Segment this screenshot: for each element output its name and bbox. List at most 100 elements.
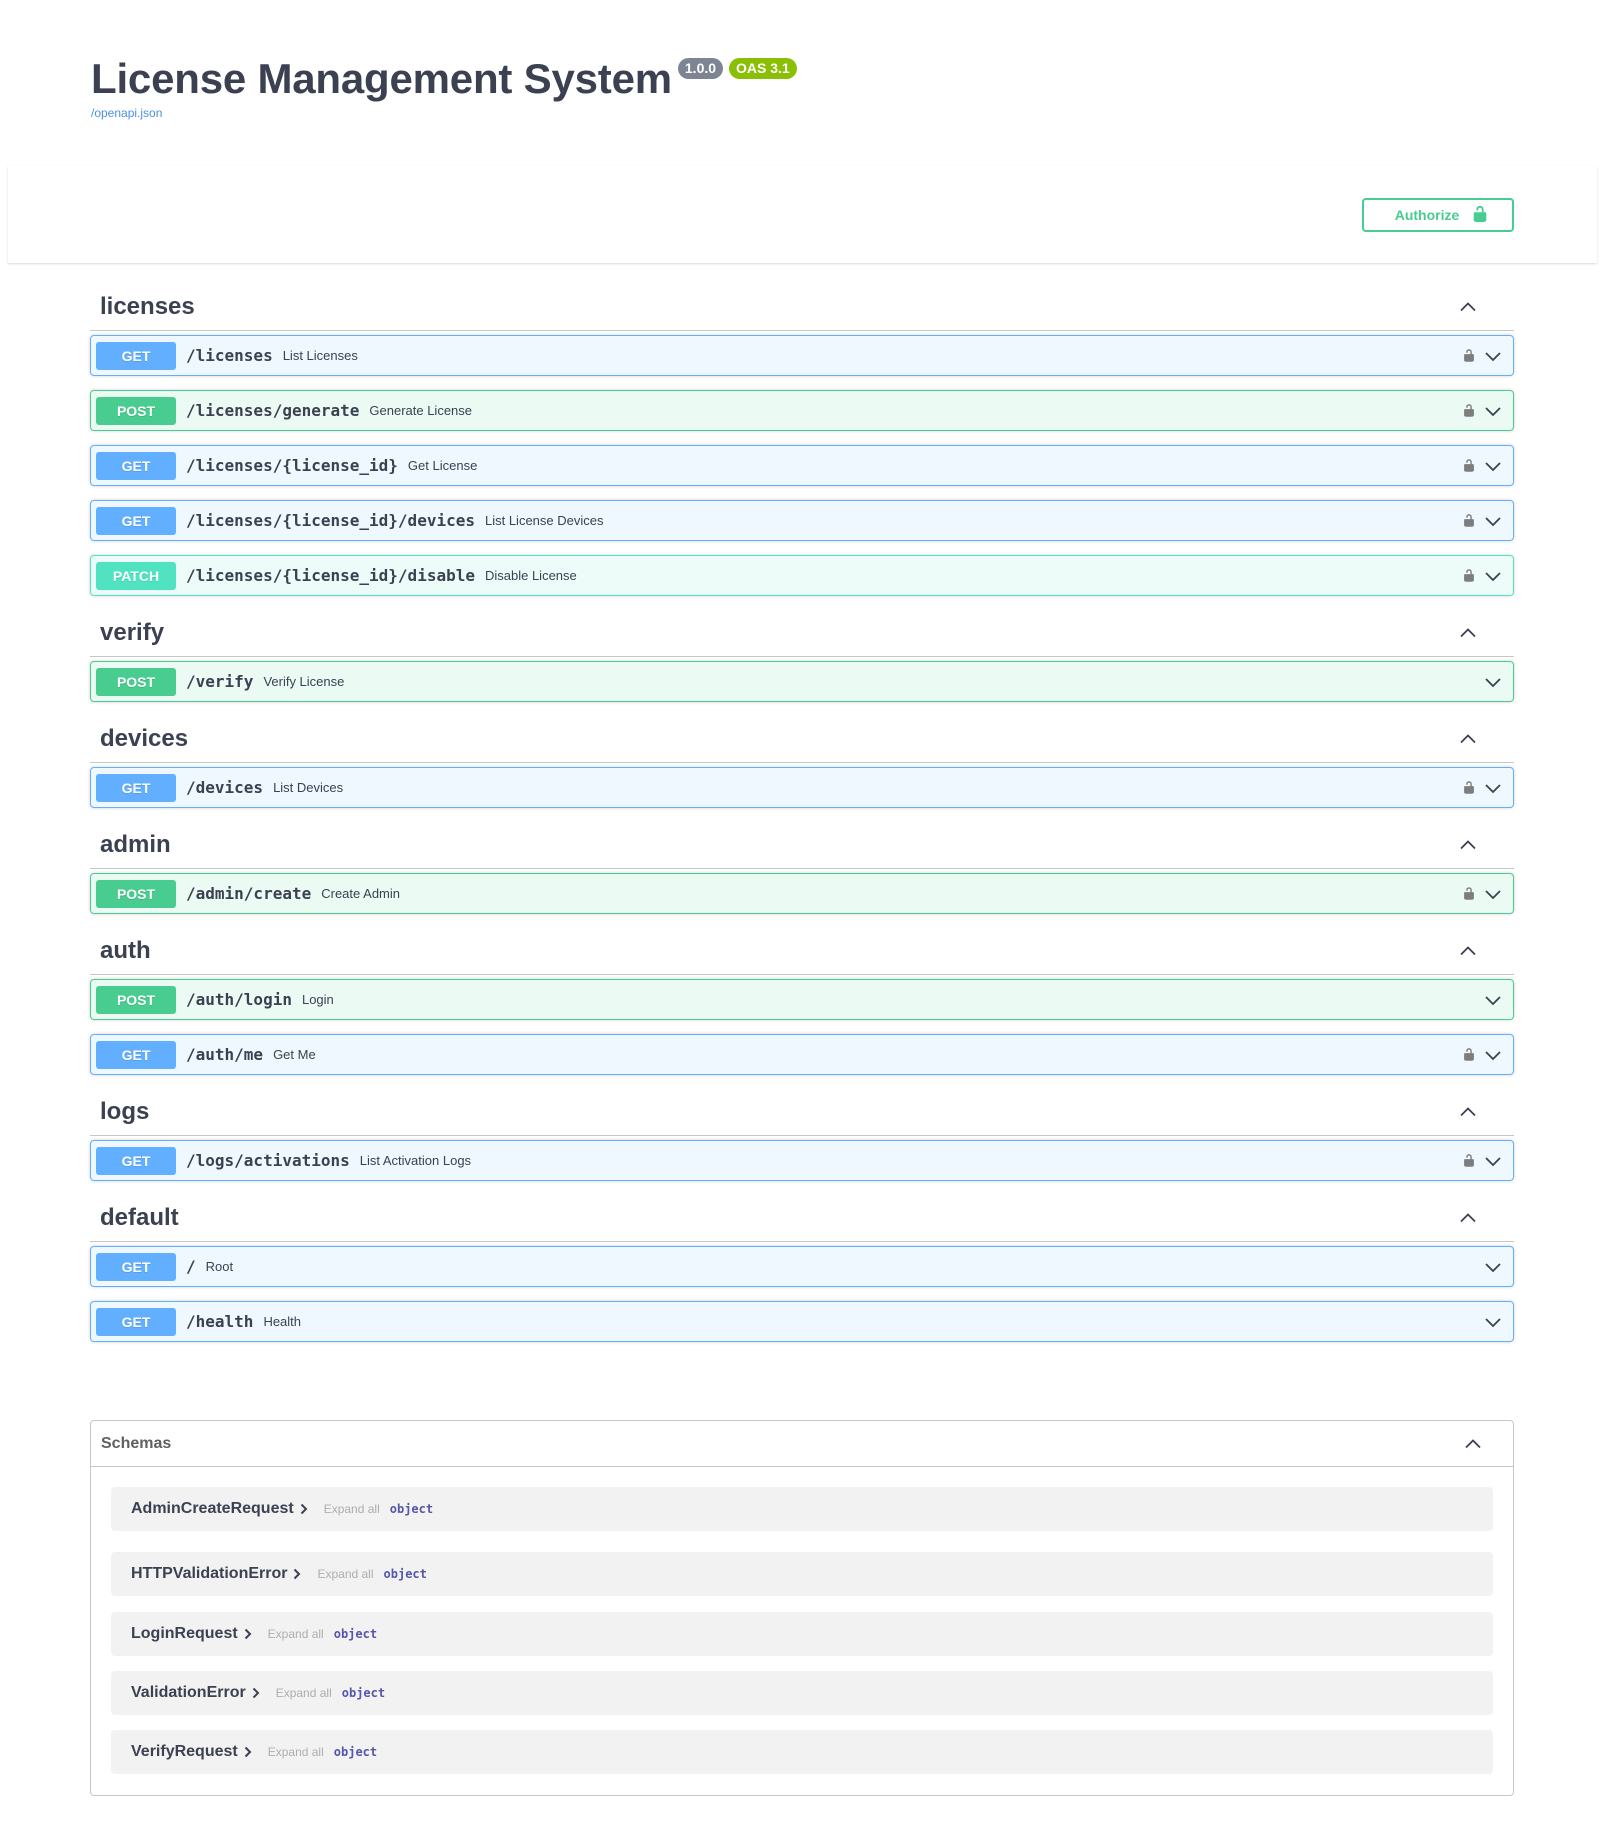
chevron-down-icon[interactable] — [1483, 346, 1503, 366]
operation-post[interactable]: POST/auth/login Login — [90, 979, 1514, 1020]
expand-all-button[interactable]: Expand all — [268, 1745, 324, 1759]
method-badge: GET — [96, 1040, 176, 1069]
schema-item[interactable]: ValidationError Expand all object — [111, 1671, 1493, 1715]
chevron-up-icon[interactable] — [1458, 835, 1478, 855]
authorize-label: Authorize — [1394, 207, 1460, 223]
oas-badge: OAS 3.1 — [729, 58, 797, 79]
schemas-list: AdminCreateRequest Expand all object HTTPVa… — [91, 1467, 1513, 1774]
schema-item[interactable]: HTTPValidationError Expand all object — [111, 1552, 1493, 1596]
chevron-up-icon[interactable] — [1458, 297, 1478, 317]
chevron-right-icon[interactable] — [244, 1746, 254, 1758]
operation-get[interactable]: GET/devices List Devices — [90, 767, 1514, 808]
chevron-down-icon[interactable] — [1483, 456, 1503, 476]
chevron-down-icon[interactable] — [1483, 884, 1503, 904]
operation-path: /licenses — [186, 346, 273, 365]
operation-path: /admin/create — [186, 884, 312, 903]
operation-get[interactable]: GET/licenses/{license_id}/devices List Li… — [90, 500, 1514, 541]
operation-path: /auth/me — [186, 1045, 264, 1064]
chevron-right-icon[interactable] — [293, 1568, 303, 1580]
operation-post[interactable]: POST/licenses/generate Generate License — [90, 390, 1514, 431]
chevron-down-icon[interactable] — [1483, 1312, 1503, 1332]
operation-controls — [1461, 501, 1503, 540]
lock-icon[interactable] — [1461, 1151, 1477, 1171]
chevron-down-icon[interactable] — [1483, 1151, 1503, 1171]
lock-icon[interactable] — [1461, 456, 1477, 476]
tag-header[interactable]: auth — [90, 928, 1514, 975]
lock-icon[interactable] — [1461, 511, 1477, 531]
operation-path: /health — [186, 1312, 254, 1331]
schemas-header[interactable]: Schemas — [91, 1421, 1513, 1467]
schema-type: object — [333, 1627, 378, 1641]
openapi-spec-link[interactable]: /openapi.json — [91, 106, 797, 120]
operation-path: /licenses/{license_id} — [186, 456, 398, 475]
operation-get[interactable]: GET/licenses/{license_id} Get License — [90, 445, 1514, 486]
chevron-down-icon[interactable] — [1483, 1257, 1503, 1277]
operation-path: /auth/login — [186, 990, 292, 1009]
operation-path: /logs/activations — [186, 1151, 350, 1170]
operation-get[interactable]: GET / Root — [90, 1246, 1514, 1287]
lock-icon[interactable] — [1461, 1045, 1477, 1065]
tag-section-5: logs GET/logs/activations List Activation … — [90, 1089, 1514, 1181]
lock-icon[interactable] — [1461, 566, 1477, 586]
tag-header[interactable]: verify — [90, 610, 1514, 657]
chevron-up-icon[interactable] — [1463, 1434, 1483, 1454]
chevron-down-icon[interactable] — [1483, 778, 1503, 798]
schema-name[interactable]: ValidationError — [131, 1684, 246, 1702]
tag-section-0: licenses GET/licenses List Licenses POST/li… — [90, 284, 1514, 596]
operation-get[interactable]: GET/logs/activations List Activation Logs — [90, 1140, 1514, 1181]
tag-header[interactable]: licenses — [90, 284, 1514, 331]
schema-name[interactable]: LoginRequest — [131, 1625, 238, 1643]
tag-header[interactable]: devices — [90, 716, 1514, 763]
operation-get[interactable]: GET/licenses List Licenses — [90, 335, 1514, 376]
authorize-button[interactable]: Authorize — [1362, 198, 1514, 232]
expand-all-button[interactable]: Expand all — [276, 1686, 332, 1700]
method-badge: PATCH — [96, 561, 176, 590]
method-badge: POST — [96, 667, 176, 696]
schema-item[interactable]: AdminCreateRequest Expand all object — [111, 1487, 1493, 1531]
chevron-up-icon[interactable] — [1458, 729, 1478, 749]
operation-summary: List Licenses — [282, 348, 358, 363]
chevron-up-icon[interactable] — [1458, 941, 1478, 961]
tag-header[interactable]: logs — [90, 1089, 1514, 1136]
expand-all-button[interactable]: Expand all — [324, 1502, 380, 1516]
lock-icon[interactable] — [1461, 401, 1477, 421]
operation-controls — [1483, 1247, 1503, 1286]
chevron-down-icon[interactable] — [1483, 990, 1503, 1010]
chevron-right-icon[interactable] — [244, 1628, 254, 1640]
lock-icon[interactable] — [1461, 778, 1477, 798]
schema-name[interactable]: VerifyRequest — [131, 1743, 238, 1761]
chevron-right-icon[interactable] — [252, 1687, 262, 1699]
operation-summary: List Devices — [273, 780, 344, 795]
expand-all-button[interactable]: Expand all — [317, 1567, 373, 1581]
chevron-right-icon[interactable] — [300, 1503, 310, 1515]
operation-get[interactable]: GET/auth/me Get Me — [90, 1034, 1514, 1075]
chevron-down-icon[interactable] — [1483, 401, 1503, 421]
operation-path: /verify — [186, 672, 254, 691]
chevron-down-icon[interactable] — [1483, 1045, 1503, 1065]
tag-section-3: admin POST/admin/create Create Admin — [90, 822, 1514, 914]
tag-header[interactable]: admin — [90, 822, 1514, 869]
chevron-up-icon[interactable] — [1458, 623, 1478, 643]
tag-header[interactable]: default — [90, 1195, 1514, 1242]
operation-get[interactable]: GET/health Health — [90, 1301, 1514, 1342]
operation-patch[interactable]: PATCH/licenses/{license_id}/disable Disab… — [90, 555, 1514, 596]
method-badge: GET — [96, 1252, 176, 1281]
schema-item[interactable]: LoginRequest Expand all object — [111, 1612, 1493, 1656]
chevron-down-icon[interactable] — [1483, 672, 1503, 692]
schema-item[interactable]: VerifyRequest Expand all object — [111, 1730, 1493, 1774]
operation-path: /devices — [186, 778, 264, 797]
schema-name[interactable]: AdminCreateRequest — [131, 1500, 294, 1518]
chevron-up-icon[interactable] — [1458, 1208, 1478, 1228]
lock-icon[interactable] — [1461, 346, 1477, 366]
schema-name[interactable]: HTTPValidationError — [131, 1565, 287, 1583]
chevron-down-icon[interactable] — [1483, 511, 1503, 531]
chevron-up-icon[interactable] — [1458, 1102, 1478, 1122]
operation-summary: Login — [301, 992, 334, 1007]
chevron-down-icon[interactable] — [1483, 566, 1503, 586]
lock-icon[interactable] — [1461, 884, 1477, 904]
method-badge: GET — [96, 451, 176, 480]
expand-all-button[interactable]: Expand all — [268, 1627, 324, 1641]
operation-post[interactable]: POST/verify Verify License — [90, 661, 1514, 702]
operation-summary: Disable License — [484, 568, 577, 583]
operation-post[interactable]: POST/admin/create Create Admin — [90, 873, 1514, 914]
